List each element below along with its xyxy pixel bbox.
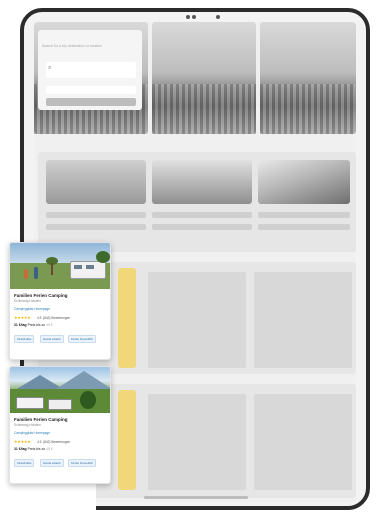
home-indicator xyxy=(144,496,248,499)
rating-stars: ★★★★★ xyxy=(14,439,31,444)
listing-location: Schleswig-Holstein xyxy=(14,423,41,427)
listing-homepage-link[interactable]: Campingplatz Homepage xyxy=(14,307,50,311)
listing-title[interactable]: Familien Ferien Camping xyxy=(14,293,68,298)
highlight-strip xyxy=(118,268,136,368)
tag-kids[interactable]: Kinder Freundlich xyxy=(68,459,96,467)
placeholder-tile xyxy=(148,272,246,368)
placeholder-tile xyxy=(254,272,352,368)
gallery-photo-camp[interactable] xyxy=(152,160,252,204)
search-input[interactable]: ⌕ xyxy=(46,62,136,78)
search-card: Search for a trip destination or locatio… xyxy=(38,30,142,110)
tag-dogs[interactable]: Hunde erlaubt xyxy=(40,459,64,467)
review-count: (842) Bewertungen xyxy=(43,316,71,320)
price-label: Preis bis zu xyxy=(27,447,46,451)
camera-dot xyxy=(186,15,190,19)
sensor-dot xyxy=(216,15,220,19)
search-hint: Search for a trip destination or locatio… xyxy=(42,44,102,48)
price-max: 45 € xyxy=(46,323,53,327)
camera-dot xyxy=(192,15,196,19)
tag-dogs[interactable]: Hunde erlaubt xyxy=(40,335,64,343)
placeholder-line xyxy=(46,224,146,230)
placeholder-line xyxy=(258,224,350,230)
price: 31 €/tag Preis bis zu 45 € xyxy=(14,447,53,451)
tag-kids[interactable]: Kinder Freundlich xyxy=(68,335,96,343)
placeholder-tile xyxy=(148,394,246,490)
listing-title[interactable]: Familien Ferien Camping xyxy=(14,417,68,422)
rating-value: 4.5 xyxy=(37,440,42,444)
rating-stars: ★★★★★ xyxy=(14,315,31,320)
search-input-secondary[interactable] xyxy=(46,86,136,94)
placeholder-tile xyxy=(254,394,352,490)
placeholder-line xyxy=(152,224,252,230)
search-icon: ⌕ xyxy=(48,65,52,71)
hero-photo-beach[interactable] xyxy=(260,22,356,134)
tag-beach[interactable]: Strandnähe xyxy=(14,335,35,343)
price-value: 31 €/tag xyxy=(14,323,27,327)
hero-photo-beach[interactable] xyxy=(152,22,256,134)
tag-beach[interactable]: Strandnähe xyxy=(14,459,35,467)
highlight-strip xyxy=(118,390,136,490)
price-value: 31 €/tag xyxy=(14,447,27,451)
listing-photo[interactable] xyxy=(10,243,110,289)
listing-card[interactable]: Familien Ferien Camping Schleswig-Holste… xyxy=(9,242,111,360)
listing-location: Schleswig-Holstein xyxy=(14,299,41,303)
price-label: Preis bis zu xyxy=(27,323,46,327)
placeholder-line xyxy=(152,212,252,218)
gallery-photo-coast[interactable] xyxy=(258,160,350,204)
listing-card[interactable]: Familien Ferien Camping Schleswig-Holste… xyxy=(9,366,111,484)
price: 31 €/tag Preis bis zu 45 € xyxy=(14,323,53,327)
review-count: (842) Bewertungen xyxy=(43,440,71,444)
listing-homepage-link[interactable]: Campingplatz Homepage xyxy=(14,431,50,435)
price-max: 45 € xyxy=(46,447,53,451)
white-overlay xyxy=(0,482,96,518)
listing-photo[interactable] xyxy=(10,367,110,413)
rating-value: 4.5 xyxy=(37,316,42,320)
search-button[interactable] xyxy=(46,98,136,106)
placeholder-line xyxy=(258,212,350,218)
gallery-photo-interior[interactable] xyxy=(46,160,146,204)
placeholder-line xyxy=(46,212,146,218)
